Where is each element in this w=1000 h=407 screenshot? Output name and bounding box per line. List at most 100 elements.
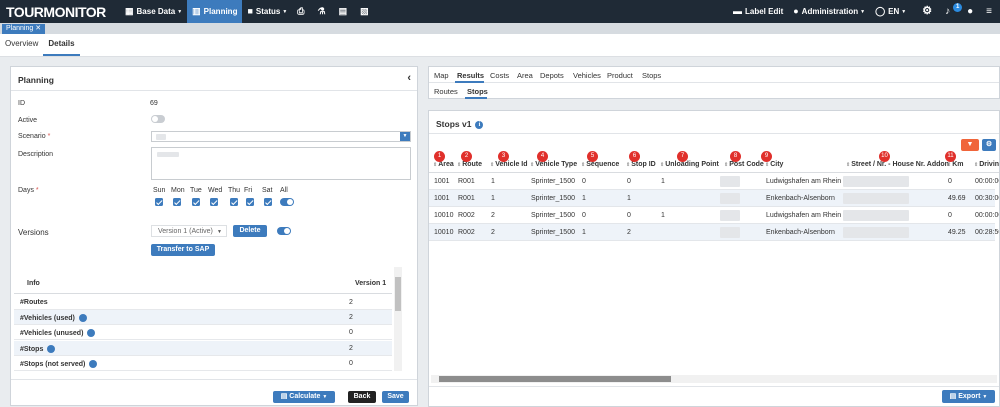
print-button[interactable]: ⎙: [292, 0, 312, 23]
day-checkbox-fri[interactable]: [246, 198, 254, 206]
calculate-button[interactable]: ▤ Calculate ▼: [273, 391, 335, 403]
column-header-unloading-point[interactable]: ⇕Unloading Point: [660, 161, 719, 168]
menu-button[interactable]: ≡: [981, 0, 1000, 23]
tab-product[interactable]: Product: [607, 71, 633, 80]
column-header-km[interactable]: ⇕Km: [947, 161, 963, 168]
nav-planning[interactable]: ▥ Planning: [187, 0, 243, 23]
subtab-stops[interactable]: Stops: [467, 87, 488, 96]
version-select[interactable]: Version 1 (Active) ▼: [151, 225, 227, 237]
open-tab-label: Planning: [6, 25, 34, 32]
nav-planning-label: Planning: [203, 7, 238, 16]
tab-map[interactable]: Map: [434, 71, 449, 80]
sort-icon: ⇕: [530, 162, 535, 168]
nav-status[interactable]: ■ Status ▼: [242, 0, 292, 23]
day-label-fri: Fri: [244, 187, 253, 194]
nav-language[interactable]: ◯ EN ▼: [870, 0, 911, 23]
back-button[interactable]: Back: [348, 391, 376, 403]
user-button[interactable]: ●: [962, 0, 981, 23]
column-header-area[interactable]: ⇕Area: [433, 161, 454, 168]
transfer-to-sap-button[interactable]: Transfer to SAP: [151, 244, 215, 256]
settings-button[interactable]: ⚙: [917, 0, 940, 23]
collapse-chevron-icon[interactable]: ‹: [407, 72, 411, 84]
tab-stops[interactable]: Stops: [642, 71, 661, 80]
info-icon[interactable]: [78, 314, 87, 323]
table-row[interactable]: 10010 R002 2 Sprinter_1500 0 0 1 Ludwigshafen a…: [429, 207, 999, 224]
chat-icon: ◯: [875, 6, 886, 16]
planning-footer: ▤ Calculate ▼ Back Save: [11, 379, 417, 406]
day-checkbox-sun[interactable]: [155, 198, 163, 206]
tab-results[interactable]: Results: [457, 71, 484, 80]
tab-depots[interactable]: Depots: [540, 71, 564, 80]
column-header-driving[interactable]: ⇕Driving: [974, 161, 999, 168]
scrollbar-thumb[interactable]: [395, 277, 401, 311]
day-checkbox-mon[interactable]: [173, 198, 181, 206]
table-row[interactable]: 10010 R002 2 Sprinter_1500 1 2 Enkenbach-Alsen…: [429, 224, 999, 241]
tab-details[interactable]: Details: [43, 39, 80, 56]
column-header-vehicle-id[interactable]: ⇕Vehicle Id: [490, 161, 528, 168]
info-table-header: Info Version 1: [14, 267, 392, 294]
nav-base-data[interactable]: ▦ Base Data ▼: [120, 0, 187, 23]
column-marker-8: 8: [730, 151, 741, 162]
table-row[interactable]: 1001 R001 1 Sprinter_1500 0 0 1 Ludwigshafen am…: [429, 173, 999, 190]
subtab-routes[interactable]: Routes: [434, 87, 458, 96]
day-checkbox-sat[interactable]: [264, 198, 272, 206]
day-checkbox-thu[interactable]: [230, 198, 238, 206]
open-tab-planning[interactable]: Planning ✕: [2, 24, 46, 34]
sort-icon: ⇕: [581, 162, 586, 168]
version-active-toggle[interactable]: [277, 227, 291, 235]
info-icon[interactable]: [89, 359, 98, 368]
info-row: #Vehicles (used) 2: [14, 310, 392, 326]
info-scrollbar[interactable]: [394, 267, 402, 371]
info-icon[interactable]: [87, 329, 96, 338]
active-toggle[interactable]: [151, 115, 165, 123]
day-checkbox-wed[interactable]: [210, 198, 218, 206]
notifications-button[interactable]: ♪ 1: [940, 0, 963, 23]
horizontal-scrollbar[interactable]: [431, 375, 997, 383]
column-header-vehicle-type[interactable]: ⇕Vehicle Type: [530, 161, 577, 168]
table-row[interactable]: 1001 R001 1 Sprinter_1500 1 1 Enkenbach-Alsenb…: [429, 190, 999, 207]
filter-button[interactable]: ▼: [961, 139, 979, 151]
days-label: Days *: [18, 187, 39, 194]
tab-costs[interactable]: Costs: [490, 71, 509, 80]
nav-administration[interactable]: ● Administration ▼: [788, 0, 870, 23]
results-subtabs: Routes Stops: [429, 83, 999, 99]
day-checkbox-tue[interactable]: [192, 198, 200, 206]
tools-button[interactable]: ⚗: [313, 0, 334, 23]
tab-area[interactable]: Area: [517, 71, 533, 80]
column-header-sequence[interactable]: ⇕Sequence: [581, 161, 619, 168]
column-header-post-code[interactable]: ⇕Post Code: [724, 161, 764, 168]
table-cell: 00:00:00: [975, 212, 999, 219]
column-header-city[interactable]: ⇕City: [765, 161, 783, 168]
export-button[interactable]: ▤ Export ▼: [942, 390, 995, 403]
export-label: Export: [958, 393, 981, 400]
info-icon[interactable]: i: [475, 120, 484, 129]
map-button[interactable]: ▧: [355, 0, 377, 23]
description-textarea[interactable]: [151, 147, 411, 180]
calculator-button[interactable]: ▤: [334, 0, 356, 23]
nav-label-edit[interactable]: ▬ Label Edit: [728, 0, 788, 23]
info-row-value: 2: [349, 299, 353, 306]
table-cell: 0: [627, 178, 631, 185]
column-header-stop-id[interactable]: ⇕Stop ID: [626, 161, 656, 168]
id-label: ID: [18, 100, 25, 107]
stops-footer: ▤ Export ▼: [429, 386, 999, 407]
scenario-select[interactable]: ▼: [151, 131, 411, 142]
close-icon[interactable]: ✕: [35, 25, 41, 32]
column-marker-6: 6: [629, 151, 640, 162]
column-header-street-nr-house-nr-addon[interactable]: ⇕Street / Nr. - House Nr. Addon: [846, 161, 949, 168]
tab-vehicles[interactable]: Vehicles: [573, 71, 601, 80]
info-icon[interactable]: [47, 344, 56, 353]
tab-overview[interactable]: Overview: [0, 39, 43, 56]
column-header-route[interactable]: ⇕Route: [457, 161, 482, 168]
delete-button[interactable]: Delete: [233, 225, 267, 237]
app-logo: TOURMONITOR: [6, 3, 106, 20]
scrollbar-thumb[interactable]: [439, 376, 671, 382]
menu-icon: ≡: [986, 5, 992, 17]
select-caret-icon[interactable]: ▼: [400, 132, 410, 141]
street-redacted: [843, 193, 909, 204]
day-toggle-all[interactable]: [280, 198, 294, 206]
table-cell: R001: [458, 195, 475, 202]
table-settings-button[interactable]: ⚙: [982, 139, 996, 151]
column-marker-5: 5: [587, 151, 598, 162]
save-button[interactable]: Save: [382, 391, 409, 403]
